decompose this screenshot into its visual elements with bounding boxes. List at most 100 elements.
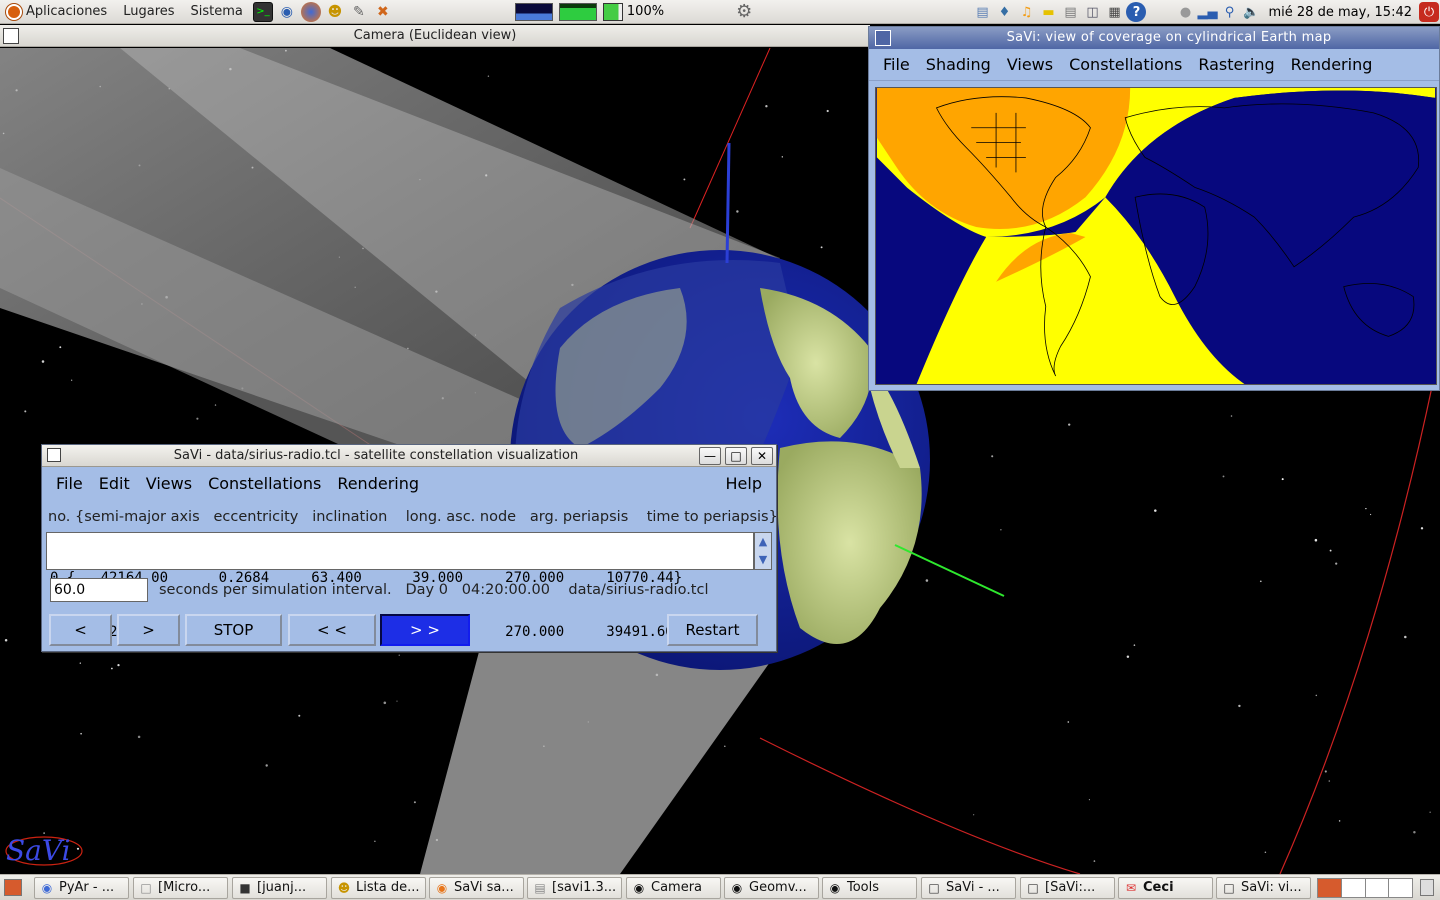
window-menu-icon[interactable] xyxy=(875,30,891,46)
map-window-title: SaVi: view of coverage on cylindrical Ea… xyxy=(1006,30,1332,45)
star xyxy=(1088,799,1090,801)
map-menu-constellations[interactable]: Constellations xyxy=(1061,55,1190,74)
calculator-icon[interactable]: ▦ xyxy=(1104,2,1124,22)
menu-constellations[interactable]: Constellations xyxy=(200,474,329,493)
menu-aplicaciones[interactable]: Aplicaciones xyxy=(0,0,115,24)
star xyxy=(1133,644,1136,646)
star xyxy=(1429,811,1431,813)
simulation-status: seconds per simulation interval. Day 0 0… xyxy=(159,582,709,598)
scroll-up-icon[interactable]: ▲ xyxy=(756,534,770,550)
menu-rendering[interactable]: Rendering xyxy=(329,474,427,493)
workspace-3[interactable] xyxy=(1366,879,1390,897)
menu-file[interactable]: File xyxy=(48,474,91,493)
task-label: [Micro... xyxy=(158,880,211,895)
status-dot-icon[interactable]: ● xyxy=(1175,2,1195,22)
task-savi-main[interactable]: □ SaVi - ... xyxy=(921,877,1016,899)
menu-lugares[interactable]: Lugares xyxy=(115,0,182,24)
task-savi-sa[interactable]: ◉ SaVi sa... xyxy=(429,877,524,899)
workspace-1[interactable] xyxy=(1318,879,1342,897)
camera-window-titlebar[interactable]: Camera (Euclidean view) xyxy=(0,25,870,47)
star xyxy=(1067,721,1070,723)
step-back-button[interactable]: < xyxy=(49,614,112,646)
close-button[interactable]: ✕ xyxy=(751,447,773,465)
map-window-titlebar[interactable]: SaVi: view of coverage on cylindrical Ea… xyxy=(869,27,1439,49)
menu-views[interactable]: Views xyxy=(138,474,200,493)
task-camera[interactable]: ◉ Camera xyxy=(626,877,721,899)
task-tools[interactable]: ◉ Tools xyxy=(822,877,917,899)
menu-sistema[interactable]: Sistema xyxy=(183,0,251,24)
map-menu-views[interactable]: Views xyxy=(999,55,1061,74)
search-icon[interactable]: ⚲ xyxy=(1219,2,1239,22)
document-icon[interactable]: ▤ xyxy=(1060,2,1080,22)
workspace-4[interactable] xyxy=(1389,879,1412,897)
trash-icon[interactable] xyxy=(1420,879,1434,896)
map-menu-file[interactable]: File xyxy=(875,55,918,74)
clock[interactable]: mié 28 de may, 15:42 xyxy=(1268,5,1412,20)
menu-edit[interactable]: Edit xyxy=(91,474,138,493)
camera-window-title: Camera (Euclidean view) xyxy=(353,28,517,43)
window-icon: □ xyxy=(1223,881,1235,895)
scroll-down-icon[interactable]: ▼ xyxy=(756,552,770,568)
task-label: SaVi sa... xyxy=(454,880,514,895)
maximize-button[interactable]: □ xyxy=(725,447,747,465)
task-savi-view[interactable]: □ SaVi: vi... xyxy=(1216,877,1311,899)
python-icon[interactable]: ♦ xyxy=(994,2,1014,22)
map-menu-rendering[interactable]: Rendering xyxy=(1283,55,1381,74)
interval-input[interactable] xyxy=(50,578,148,602)
folder-icon[interactable]: ▤ xyxy=(972,2,992,22)
cylindrical-earth-map[interactable] xyxy=(875,87,1437,385)
help-icon[interactable]: ? xyxy=(1126,2,1147,22)
task-juanj[interactable]: ■ [juanj... xyxy=(232,877,327,899)
run-forward-button[interactable]: > > xyxy=(380,614,470,646)
task-savi13[interactable]: ▤ [savi1.3... xyxy=(527,877,622,899)
map-menu-shading[interactable]: Shading xyxy=(918,55,999,74)
media-player-icon[interactable]: ♫ xyxy=(1016,2,1036,22)
task-ceci[interactable]: ✉ Ceci xyxy=(1118,877,1213,899)
star xyxy=(1328,780,1331,782)
wifi-signal-icon[interactable]: ▂▄ xyxy=(1197,2,1217,22)
menu-help[interactable]: Help xyxy=(718,474,770,493)
network-icon[interactable]: ◉ xyxy=(277,2,297,22)
terminal-icon[interactable]: >_ xyxy=(252,1,273,22)
task-pyar[interactable]: ◉ PyAr - ... xyxy=(34,877,129,899)
star xyxy=(973,814,975,816)
stop-button[interactable]: STOP xyxy=(185,614,282,646)
show-desktop-icon[interactable] xyxy=(4,879,22,896)
star xyxy=(765,105,768,108)
savi-logo: SaVi xyxy=(6,834,71,867)
step-forward-button[interactable]: > xyxy=(117,614,180,646)
tools-icon[interactable]: ✖ xyxy=(373,2,393,22)
text-editor-icon[interactable]: ✎ xyxy=(349,2,369,22)
workspace-switcher[interactable] xyxy=(1317,878,1413,898)
volume-icon[interactable]: 🔈 xyxy=(1241,2,1261,22)
notes-icon[interactable]: ▬ xyxy=(1038,2,1058,22)
task-geomview[interactable]: ◉ Geomv... xyxy=(724,877,819,899)
firefox-icon[interactable] xyxy=(300,1,321,22)
window-icon: □ xyxy=(928,881,940,895)
star xyxy=(1238,704,1241,708)
satellite-list[interactable]: 0 { 42164.00 0.2684 63.400 39.000 270.00… xyxy=(46,532,754,640)
geomview-icon: ◉ xyxy=(731,881,743,895)
task-label: Camera xyxy=(651,880,703,895)
control-window-titlebar[interactable]: SaVi - data/sirius-radio.tcl - satellite… xyxy=(42,445,776,467)
people-icon[interactable]: ☻ xyxy=(325,2,345,22)
window-menu-icon[interactable] xyxy=(47,448,61,462)
geomview-icon: ◉ xyxy=(829,881,841,895)
star xyxy=(1126,655,1130,659)
task-micro[interactable]: □ [Micro... xyxy=(133,877,228,899)
task-lista[interactable]: ☻ Lista de... xyxy=(331,877,426,899)
minimize-button[interactable]: — xyxy=(699,447,721,465)
cpu-monitor xyxy=(514,2,553,21)
settings-gear-icon[interactable]: ⚙ xyxy=(736,1,752,22)
workspace-2[interactable] xyxy=(1342,879,1366,897)
z-axis-line xyxy=(725,142,731,264)
run-backward-button[interactable]: < < xyxy=(288,614,376,646)
map-menu-rastering[interactable]: Rastering xyxy=(1190,55,1282,74)
trash-icon[interactable]: ◫ xyxy=(1082,2,1102,22)
satellite-list-scrollbar[interactable]: ▲ ▼ xyxy=(754,532,772,570)
memory-monitor xyxy=(558,2,597,21)
task-savi-bracket[interactable]: □ [SaVi:... xyxy=(1020,877,1115,899)
restart-button[interactable]: Restart xyxy=(667,614,758,646)
star xyxy=(1154,509,1157,512)
power-icon[interactable]: ⏻ xyxy=(1419,2,1439,22)
